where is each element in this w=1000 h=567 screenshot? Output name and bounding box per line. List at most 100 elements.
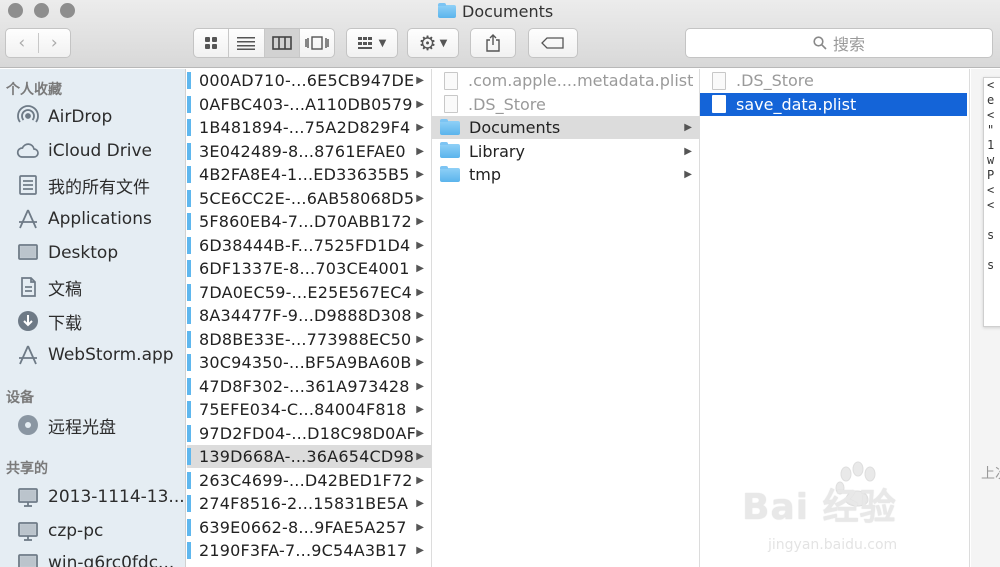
sidebar-item-label: 2013-1114-13... [48,487,185,507]
preview-text-line: P [987,168,995,182]
list-item-folder[interactable]: 000AD710-...6E5CB947DE ▶ [187,69,431,92]
window-title-text: Documents [462,1,554,21]
disc-icon [16,413,40,437]
column-view-button[interactable] [263,29,299,57]
chevron-right-icon: ▶ [416,380,424,392]
chevron-right-icon: ▶ [416,427,424,439]
list-item-folder[interactable]: 8A34477F-9...D9888D308 ▶ [187,304,431,327]
list-view-button[interactable] [228,29,263,57]
list-item-folder[interactable]: 0AFBC403-...A110DB0579 ▶ [187,93,431,116]
sidebar-item-airdrop[interactable]: AirDrop [16,103,112,131]
folder-name: 263C4699-...D42BED1F72 [199,470,413,490]
file-icon [444,71,458,90]
column-app-containers[interactable]: 000AD710-...6E5CB947DE ▶ 0AFBC403-...A110D… [187,69,432,567]
watermark-logo: Bai 经验 [742,487,897,528]
tag-button[interactable] [528,28,578,58]
list-item-folder[interactable]: 139D668A-...36A654CD98 ▶ [187,445,431,468]
sidebar-header-favorites: 个人收藏 [6,82,62,98]
list-item-file[interactable]: .DS_Store [432,93,699,116]
cover-flow-icon [305,36,329,50]
list-item-folder[interactable]: 6DF1337E-8...703CE4001 ▶ [187,257,431,280]
list-item-folder-documents[interactable]: Documents ▶ [432,116,699,139]
list-item-folder[interactable]: 263C4699-...D42BED1F72 ▶ [187,469,431,492]
chevron-right-icon: ▶ [416,545,424,556]
search-input[interactable]: 搜索 [685,28,993,58]
list-item-folder[interactable]: 2190F3FA-7...9C54A3B17 ▶ [187,539,431,562]
list-item-folder[interactable]: 75EFE034-C...84004F818 ▶ [187,398,431,421]
folder-icon [438,3,456,18]
list-item-folder[interactable]: 97D2FD04-...D18C98D0AF ▶ [187,422,431,445]
list-item-folder[interactable]: 7DA0EC59-...E25E567EC4 ▶ [187,281,431,304]
list-item-folder[interactable]: 8D8BE33E-...773988EC50 ▶ [187,328,431,351]
back-button[interactable]: ‹ [6,33,38,53]
icon-view-icon [205,37,218,49]
folder-name: Documents [469,118,561,137]
share-button[interactable] [470,28,516,58]
list-item-file[interactable]: .DS_Store [700,69,969,92]
sidebar-item-label: WebStorm.app [48,345,174,365]
sidebar-item-applications[interactable]: Applications [16,205,152,233]
cover-flow-button[interactable] [298,29,334,57]
chevron-right-icon: ▶ [416,357,424,368]
preview-text-line [984,243,1000,258]
folder-name: 0AFBC403-...A110DB0579 [199,94,413,114]
baidu-watermark: Bai 经验 jingyan.baidu.com [742,460,972,567]
sidebar-item-label: win-g6rc0fdc... [48,553,175,567]
app-icon [16,343,40,367]
sidebar-item-shared-computer[interactable]: czp-pc [16,517,103,545]
sidebar-item-desktop[interactable]: Desktop [16,239,118,267]
window-toolbar: Documents ‹ › ▼ ⚙ ▼ 搜索 [0,0,1000,68]
icon-view-button[interactable] [194,29,228,57]
list-item-folder-tmp[interactable]: tmp ▶ [432,163,699,186]
sidebar-item-remote-disc[interactable]: 远程光盘 [16,411,116,439]
sidebar-item-shared-computer[interactable]: win-g6rc0fdc... [16,549,174,567]
list-item-folder[interactable]: 6D38444B-F...7525FD1D4 ▶ [187,234,431,257]
chevron-right-icon: ▶ [416,521,424,533]
arrange-button[interactable]: ▼ [346,28,398,58]
list-item-folder[interactable]: 4B2FA8E4-1...ED33635B5 ▶ [187,163,431,186]
preview-text-line: " [987,123,995,137]
all-files-icon [16,173,40,197]
minimize-window-button[interactable] [34,3,49,18]
chevron-right-icon: ▶ [416,498,424,509]
sidebar-item-documents[interactable]: 文稿 [16,273,82,301]
folder-name: 4B2FA8E4-1...ED33635B5 [199,165,410,184]
sidebar-item-webstorm[interactable]: WebStorm.app [16,341,174,369]
sidebar-item-label: 下载 [48,313,82,334]
column-container-contents[interactable]: .com.apple....metadata.plist .DS_Store D… [432,69,700,567]
share-icon [486,34,500,52]
sidebar-item-downloads[interactable]: 下载 [16,307,82,335]
sidebar-item-icloud[interactable]: iCloud Drive [16,137,152,165]
folder-name: 6D38444B-F...7525FD1D4 [199,235,411,255]
list-item-folder[interactable]: 30C94350-...BF5A9BA60B ▶ [187,351,431,374]
list-item-folder[interactable]: 3E042489-8...8761EFAE0 ▶ [187,140,431,163]
list-item-file[interactable]: .com.apple....metadata.plist [432,69,699,92]
list-item-folder[interactable]: 1B481894-...75A2D829F4 ▶ [187,116,431,139]
folder-name: 30C94350-...BF5A9BA60B [199,353,412,372]
sidebar-item-shared-computer[interactable]: 2013-1114-13... [16,483,185,511]
list-item-file-selected[interactable]: save_data.plist [700,92,967,116]
applications-icon [16,207,40,231]
list-item-folder[interactable]: 5F860EB4-7...D70ABB172 ▶ [187,210,431,233]
list-item-folder[interactable]: 274F8516-2...15831BE5A ▶ [187,492,431,515]
zoom-window-button[interactable] [60,3,75,18]
folder-name: 7DA0EC59-...E25E567EC4 [199,282,412,302]
window-controls [8,3,75,18]
preview-text-line: < [987,78,995,92]
tag-icon [541,37,564,49]
chevron-right-icon: ▶ [416,333,424,345]
list-item-folder[interactable]: 5CE6CC2E-...6AB58068D5 ▶ [187,187,431,210]
forward-button[interactable]: › [37,33,71,53]
list-item-folder-library[interactable]: Library ▶ [432,140,699,163]
sidebar-item-all-files[interactable]: 我的所有文件 [16,171,150,199]
file-preview-thumbnail: < e < " 1 w P < < s s [983,77,1000,327]
chevron-down-icon: ▼ [378,37,387,49]
folder-name: 8A34477F-9...D9888D308 [199,306,412,325]
close-window-button[interactable] [8,3,23,18]
file-icon [712,95,726,113]
preview-text-line: < [987,183,995,197]
file-name: .DS_Store [468,94,546,114]
list-item-folder[interactable]: 639E0662-8...9FAE5A257 ▶ [187,516,431,539]
list-item-folder[interactable]: 47D8F302-...361A973428 ▶ [187,375,431,398]
action-button[interactable]: ⚙ ▼ [407,28,459,58]
